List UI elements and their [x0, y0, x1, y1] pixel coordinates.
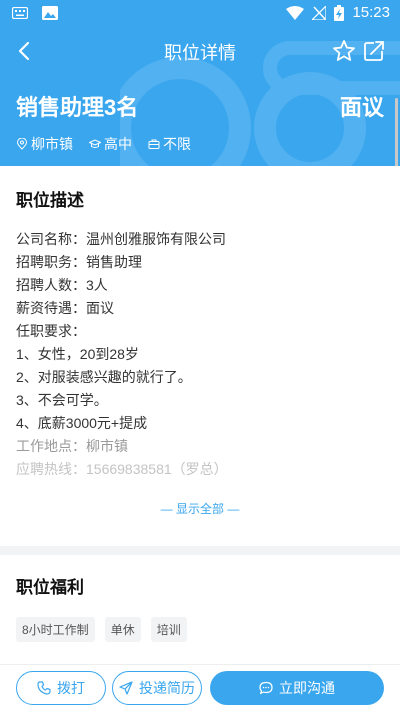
no-signal-icon: [312, 5, 327, 20]
tag-experience-label: 不限: [163, 136, 191, 152]
share-icon: [364, 41, 384, 61]
submit-resume-label: 投递简历: [139, 680, 195, 696]
star-icon: [333, 40, 355, 61]
tag-education: 高中: [89, 134, 132, 154]
benefit-tag: 单休: [104, 617, 141, 642]
description-line: 1、女性，20到28岁: [16, 346, 139, 362]
briefcase-icon: [148, 139, 160, 149]
phone-icon: [37, 681, 51, 695]
description-title: 职位描述: [16, 191, 84, 210]
bottom-action-bar: 拨打 投递简历 立即沟通: [0, 664, 400, 711]
wifi-icon: [286, 5, 305, 20]
description-line: 应聘热线：15669838581（罗总）: [16, 461, 228, 477]
description-line: 招聘职务：销售助理: [16, 254, 142, 270]
location-icon: [16, 138, 28, 150]
tag-location: 柳市镇: [16, 134, 73, 154]
description-line: 4、底薪3000元+提成: [16, 415, 148, 431]
benefit-tag: 8小时工作制: [16, 617, 95, 642]
tag-education-label: 高中: [104, 136, 132, 152]
education-icon: [89, 139, 101, 148]
description-text: 公司名称：温州创雅服饰有限公司 招聘职务：销售助理 招聘人数：3人 薪资待遇：面…: [16, 228, 386, 481]
tag-location-label: 柳市镇: [31, 136, 73, 152]
description-line: 招聘人数：3人: [16, 277, 108, 293]
share-button[interactable]: [362, 39, 386, 63]
description-line: 任职要求：: [16, 323, 86, 339]
benefits-title: 职位福利: [16, 578, 84, 597]
favorite-button[interactable]: [332, 39, 356, 63]
benefit-tag: 培训: [150, 617, 187, 642]
salary: 面议: [339, 95, 384, 120]
benefit-tags: 8小时工作制 单休 培训: [16, 617, 187, 642]
nav-bar: 职位详情: [0, 28, 400, 74]
battery-charging-icon: [334, 4, 345, 21]
description-line: 3、不会可学。: [16, 392, 108, 408]
chat-now-button[interactable]: 立即沟通: [210, 671, 384, 705]
status-time: 15:23: [352, 4, 390, 21]
status-bar: 15:23: [0, 0, 400, 28]
description-line: 工作地点：柳市镇: [16, 438, 128, 454]
show-all-link[interactable]: — 显示全部 —: [0, 500, 400, 517]
call-button[interactable]: 拨打: [16, 671, 106, 705]
send-icon: [119, 681, 133, 695]
call-button-label: 拨打: [57, 680, 85, 696]
description-line: 公司名称：温州创雅服饰有限公司: [16, 231, 226, 247]
job-tags: 柳市镇 高中 不限: [16, 134, 191, 154]
submit-resume-button[interactable]: 投递简历: [112, 671, 202, 705]
image-icon: [42, 6, 58, 20]
job-header: 职位详情 销售助理3名 面议 柳市镇 高中 不限: [0, 28, 400, 166]
description-line: 2、对服装感兴趣的就行了。: [16, 369, 192, 385]
job-title: 销售助理3名: [16, 95, 139, 120]
description-card: 职位描述 公司名称：温州创雅服饰有限公司 招聘职务：销售助理 招聘人数：3人 薪…: [0, 166, 400, 546]
chat-icon: [259, 681, 273, 695]
keyboard-icon: [12, 7, 28, 19]
benefits-card: 职位福利 8小时工作制 单休 培训: [0, 555, 400, 665]
chat-now-label: 立即沟通: [279, 680, 335, 696]
tag-experience: 不限: [148, 134, 191, 154]
description-line: 薪资待遇：面议: [16, 300, 114, 316]
